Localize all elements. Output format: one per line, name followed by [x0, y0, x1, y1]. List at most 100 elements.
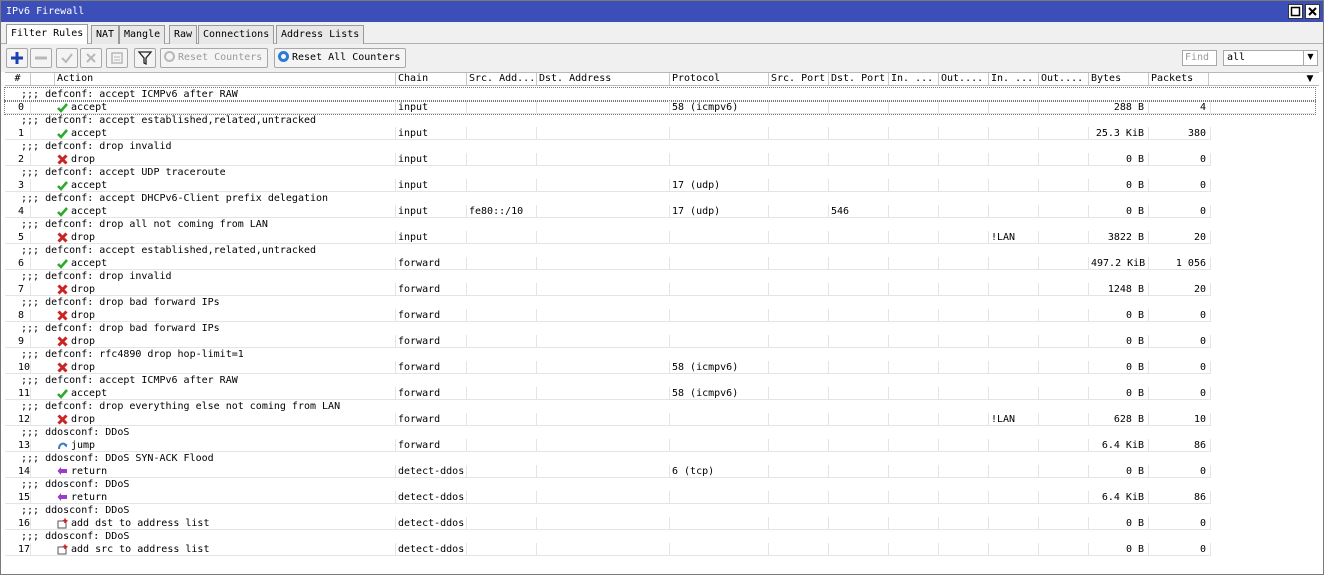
rule-comment-row[interactable]: ;;; defconf: drop invalid [5, 270, 1211, 283]
rule-comment-row[interactable]: ;;; defconf: accept established,related,… [5, 114, 1211, 127]
col-header-src-address[interactable]: Src. Add... [467, 73, 537, 85]
num-cell: 17 [5, 543, 31, 555]
rule-comment-row[interactable]: ;;; defconf: rfc4890 drop hop-limit=1 [5, 348, 1211, 361]
tab-nat[interactable]: NAT [91, 25, 120, 44]
src-port-cell [769, 413, 829, 425]
title-bar[interactable]: IPv6 Firewall [1, 1, 1323, 22]
col-header-chain[interactable]: Chain [396, 73, 467, 85]
table-row[interactable]: 2 drop input 0 B0 [5, 153, 1211, 166]
table-row[interactable]: 12 drop forward !LAN 628 B 10 [5, 413, 1211, 426]
col-header-bytes[interactable]: Bytes [1089, 73, 1149, 85]
table-row[interactable]: 5 drop input !LAN 3822 B 20 [5, 231, 1211, 244]
remove-button[interactable] [30, 48, 52, 68]
columns-menu-icon[interactable]: ▼ [1301, 73, 1317, 85]
reset-all-counters-button[interactable]: Reset All Counters [274, 48, 407, 68]
rule-comment-row[interactable]: ;;; ddosconf: DDoS [5, 530, 1211, 543]
num-cell: 7 [5, 283, 31, 295]
col-header-dst-port[interactable]: Dst. Port [829, 73, 889, 85]
in-list-cell [989, 335, 1039, 347]
rule-comment: ;;; ddosconf: DDoS [21, 531, 130, 542]
check-icon [57, 102, 68, 113]
rule-comment-row[interactable]: ;;; defconf: drop bad forward IPs [5, 296, 1211, 309]
close-icon[interactable] [1305, 4, 1320, 19]
bytes-cell: 25.3 KiB [1089, 127, 1149, 139]
src-cell [467, 361, 537, 373]
rule-comment-row[interactable]: ;;; defconf: accept ICMPv6 after RAW [4, 87, 1316, 102]
protocol-cell: 58 (icmpv6) [670, 387, 769, 399]
col-header-in-interface[interactable]: In. ... [889, 73, 939, 85]
out-list-cell [1039, 153, 1089, 165]
rule-comment-row[interactable]: ;;; defconf: drop invalid [5, 140, 1211, 153]
chain-cell: input [396, 153, 467, 165]
disable-button[interactable] [80, 48, 102, 68]
src-cell [467, 465, 537, 477]
rule-comment-row[interactable]: ;;; defconf: accept UDP traceroute [5, 166, 1211, 179]
table-row[interactable]: 11 accept forward 58 (icmpv6) 0 B0 [5, 387, 1211, 400]
col-header-packets[interactable]: Packets [1149, 73, 1209, 85]
filter-button[interactable] [134, 48, 156, 68]
rule-comment-row[interactable]: ;;; defconf: drop everything else not co… [5, 400, 1211, 413]
find-input[interactable]: Find [1182, 50, 1217, 66]
rule-comment-row[interactable]: ;;; ddosconf: DDoS [5, 478, 1211, 491]
action-label: accept [71, 206, 108, 217]
col-header-dst-address[interactable]: Dst. Address [537, 73, 670, 85]
col-header-out-interface-list[interactable]: Out.... [1039, 73, 1089, 85]
out-list-cell [1039, 231, 1089, 243]
rule-comment: ;;; defconf: accept established,related,… [21, 245, 317, 256]
tab-mangle[interactable]: Mangle [119, 25, 166, 44]
enable-button[interactable] [56, 48, 78, 68]
filter-select[interactable]: all ▼ [1223, 50, 1318, 66]
dst-cell [537, 387, 670, 399]
chain-cell: forward [396, 413, 467, 425]
comment-button[interactable] [106, 48, 128, 68]
restore-icon[interactable] [1288, 4, 1303, 19]
table-row[interactable]: 14 return detect-ddos 6 (tcp) 0 B0 [5, 465, 1211, 478]
col-header-action[interactable]: Action [55, 73, 396, 85]
rule-comment-row[interactable]: ;;; defconf: drop bad forward IPs [5, 322, 1211, 335]
col-header-out-interface[interactable]: Out.... [939, 73, 989, 85]
chain-cell: input [396, 205, 467, 217]
table-row[interactable]: 3 accept input 17 (udp) 0 B0 [5, 179, 1211, 192]
col-header-protocol[interactable]: Protocol [670, 73, 769, 85]
table-row[interactable]: 7 drop forward 1248 B 20 [5, 283, 1211, 296]
dropdown-arrow-icon[interactable]: ▼ [1303, 51, 1317, 65]
table-row[interactable]: 13 jump forward 6.4 KiB 86 [5, 439, 1211, 452]
col-header-in-interface-list[interactable]: In. ... [989, 73, 1039, 85]
tab-address-lists[interactable]: Address Lists [276, 25, 365, 44]
table-row[interactable]: 6 accept forward 497.2 KiB 1 056 [5, 257, 1211, 270]
rule-comment-row[interactable]: ;;; ddosconf: DDoS SYN-ACK Flood [5, 452, 1211, 465]
table-row[interactable]: 4 accept input fe80::/10 17 (udp) 546 0 B0 [5, 205, 1211, 218]
out-list-cell [1039, 179, 1089, 191]
rule-comment-row[interactable]: ;;; defconf: accept ICMPv6 after RAW [5, 374, 1211, 387]
table-row[interactable]: 17 add src to address list detect-ddos 0 B0 [5, 543, 1211, 556]
rule-comment-row[interactable]: ;;; defconf: drop all not coming from LA… [5, 218, 1211, 231]
out-list-cell [1039, 335, 1089, 347]
col-header-num[interactable]: # [5, 73, 31, 85]
table-row[interactable]: 8 drop forward 0 B0 [5, 309, 1211, 322]
table-row[interactable]: 1 accept input 25.3 KiB 380 [5, 127, 1211, 140]
action-cell: accept [55, 387, 396, 399]
table-row[interactable]: 9 drop forward 0 B0 [5, 335, 1211, 348]
rule-comment-row[interactable]: ;;; defconf: accept DHCPv6-Client prefix… [5, 192, 1211, 205]
in-if-cell [889, 179, 939, 191]
out-if-cell [939, 387, 989, 399]
dst-port-cell: 546 [829, 205, 889, 217]
col-header-flags[interactable] [31, 73, 55, 85]
table-row[interactable]: 10 drop forward 58 (icmpv6) 0 B0 [5, 361, 1211, 374]
reset-counters-button[interactable]: Reset Counters [160, 48, 269, 68]
add-button[interactable] [6, 48, 28, 68]
rule-comment-row[interactable]: ;;; defconf: accept established,related,… [5, 244, 1211, 257]
tab-connections[interactable]: Connections [198, 25, 275, 44]
dst-port-cell [829, 335, 889, 347]
table-row[interactable]: 16 add dst to address list detect-ddos 0 B0 [5, 517, 1211, 530]
col-header-src-port[interactable]: Src. Port [769, 73, 829, 85]
rule-comment-row[interactable]: ;;; ddosconf: DDoS [5, 504, 1211, 517]
chain-cell: forward [396, 387, 467, 399]
action-cell: drop [55, 283, 396, 295]
rule-comment-row[interactable]: ;;; ddosconf: DDoS [5, 426, 1211, 439]
tab-raw[interactable]: Raw [169, 25, 198, 44]
table-row[interactable]: 15 return detect-ddos 6.4 KiB 86 [5, 491, 1211, 504]
protocol-cell [670, 153, 769, 165]
table-row[interactable]: 0 accept input 58 (icmpv6) 288 B4 [4, 100, 1316, 115]
tab-filter-rules[interactable]: Filter Rules [6, 24, 89, 45]
